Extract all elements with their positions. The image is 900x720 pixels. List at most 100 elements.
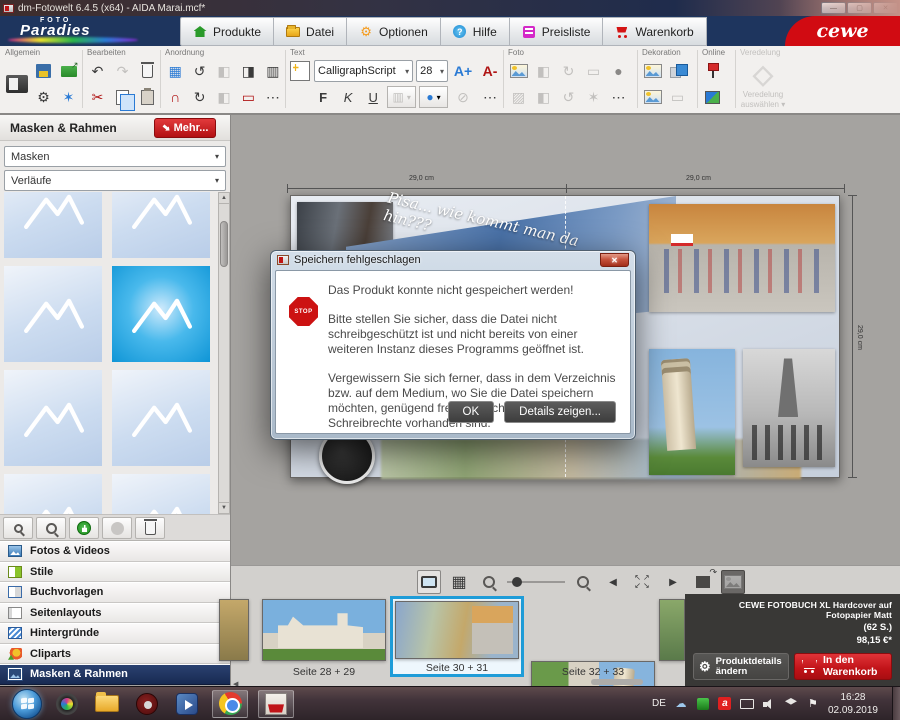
photo-grey-button[interactable]: ●: [606, 58, 631, 84]
mask-scrollbar[interactable]: ▲ ▼: [218, 192, 230, 514]
mask-thumbnail[interactable]: [4, 192, 102, 258]
show-desktop-button[interactable]: [892, 687, 900, 720]
rotate-book-button[interactable]: [691, 570, 715, 594]
previous-page-button[interactable]: ◀: [601, 570, 625, 594]
mask-thumbnail-selected[interactable]: [112, 266, 210, 362]
anordnung-more-button[interactable]: ⋯: [261, 84, 285, 110]
mask-thumbnail[interactable]: [4, 266, 102, 362]
masken-dropdown[interactable]: Masken ▾: [4, 146, 226, 167]
align-2-button[interactable]: ▥: [261, 58, 285, 84]
deco-background-button[interactable]: [640, 84, 665, 110]
cloud-icon[interactable]: ☁: [674, 697, 688, 710]
menu-hilfe[interactable]: ? Hilfe: [441, 17, 510, 46]
zoom-out-thumbs-button[interactable]: [3, 517, 33, 539]
online-chart-button[interactable]: [700, 84, 725, 110]
zoom-out-button[interactable]: [477, 570, 501, 594]
mask-thumbnail[interactable]: [112, 474, 210, 514]
delete-mask-button[interactable]: [135, 517, 165, 539]
sidebar-item-stile[interactable]: Stile: [0, 562, 230, 583]
copy-button[interactable]: [110, 84, 135, 110]
deco-frame-button[interactable]: ▭: [665, 84, 690, 110]
sidebar-item-fotos-videos[interactable]: Fotos & Videos: [0, 541, 230, 562]
mask-thumbnail[interactable]: [112, 192, 210, 258]
photo-bw-statue[interactable]: [743, 349, 835, 467]
zoom-in-button[interactable]: [571, 570, 595, 594]
next-page-button[interactable]: ▶: [661, 570, 685, 594]
antivirus-icon[interactable]: a: [718, 697, 732, 710]
photo-motion-button[interactable]: ✶: [581, 84, 606, 110]
sidebar-item-hintergruende[interactable]: Hintergründe: [0, 623, 230, 644]
taskbar-media-player[interactable]: [172, 690, 202, 718]
scroll-up-icon[interactable]: ▲: [219, 193, 229, 204]
undo-button[interactable]: ↶: [85, 58, 110, 84]
photo-leaning-tower[interactable]: [649, 349, 735, 475]
rotate-left-button[interactable]: ↺: [187, 58, 211, 84]
font-family-select[interactable]: CalligraphScript ▾: [314, 60, 413, 82]
raster-button[interactable]: ▦: [163, 58, 187, 84]
details-button[interactable]: Details zeigen...: [504, 401, 616, 423]
deco-mask-button[interactable]: [640, 58, 665, 84]
action-center-flag-icon[interactable]: ⚑: [806, 697, 820, 710]
menu-optionen[interactable]: ⚙ Optionen: [347, 17, 441, 46]
compare-view-button[interactable]: [721, 570, 745, 594]
taskbar-chrome[interactable]: [212, 690, 248, 718]
scroll-down-icon[interactable]: ▼: [219, 502, 229, 513]
text-more-button[interactable]: ⋯: [478, 84, 502, 110]
speaker-icon[interactable]: [762, 699, 776, 709]
no-style-button[interactable]: ⊘: [451, 84, 475, 110]
ok-button[interactable]: OK: [448, 401, 495, 423]
dialog-title-bar[interactable]: Speichern fehlgeschlagen ✕: [271, 251, 635, 269]
mask-thumbnail[interactable]: [112, 370, 210, 466]
paste-button[interactable]: [135, 84, 160, 110]
redo-button[interactable]: ↷: [110, 58, 135, 84]
font-increase-button[interactable]: A+: [451, 58, 475, 84]
photo-frame-button[interactable]: ▭: [581, 58, 606, 84]
mask-thumbnail[interactable]: [4, 370, 102, 466]
sidebar-item-cliparts[interactable]: Cliparts: [0, 644, 230, 665]
green-tray-icon[interactable]: [696, 698, 710, 710]
align-button[interactable]: ◨: [236, 58, 260, 84]
zoom-slider[interactable]: [507, 570, 565, 594]
save-button[interactable]: [31, 58, 56, 84]
snap-button[interactable]: ∩: [163, 84, 187, 110]
veredelung-button[interactable]: ◇ Veredelung auswählen ▾: [738, 58, 788, 110]
mehr-button[interactable]: Mehr...: [154, 118, 216, 138]
page-thumb-28-29[interactable]: [262, 599, 386, 661]
taskbar-explorer[interactable]: [92, 690, 122, 718]
thumb-scrollbar[interactable]: [591, 679, 643, 685]
language-indicator[interactable]: DE: [652, 698, 666, 709]
disabled-filter-button[interactable]: [102, 517, 132, 539]
sidebar-item-buchvorlagen[interactable]: Buchvorlagen: [0, 582, 230, 603]
dialog-close-button[interactable]: ✕: [600, 253, 629, 267]
start-button[interactable]: [12, 689, 42, 719]
delete-button[interactable]: [135, 58, 160, 84]
approve-button[interactable]: [69, 517, 99, 539]
taskbar-burning-app[interactable]: [132, 690, 162, 718]
page-thumb-30-31-selected[interactable]: Seite 30 + 31: [390, 596, 524, 677]
photo-edit-button[interactable]: ▨: [506, 84, 531, 110]
text-color-select[interactable]: ●▾: [419, 86, 448, 108]
taskbar-photo-app[interactable]: [52, 690, 82, 718]
menu-warenkorb[interactable]: Warenkorb: [603, 17, 706, 46]
photo-strip-bottom[interactable]: [381, 439, 801, 479]
bold-button[interactable]: F: [312, 84, 334, 110]
menu-preisliste[interactable]: Preisliste: [510, 17, 604, 46]
cut-button[interactable]: ✂: [85, 84, 110, 110]
sidebar-item-masken-rahmen[interactable]: Masken & Rahmen: [0, 664, 230, 685]
photo-rotate2-button[interactable]: ↺: [556, 84, 581, 110]
page-thumb-partial-left[interactable]: [219, 599, 249, 661]
taskbar-clock[interactable]: 16:28 02.09.2019: [828, 691, 878, 717]
taskbar-fotowelt[interactable]: [258, 690, 294, 718]
ungroup-button[interactable]: ◧: [212, 84, 236, 110]
italic-button[interactable]: K: [337, 84, 359, 110]
insert-text-button[interactable]: [288, 58, 311, 84]
verlaeufe-dropdown[interactable]: Verläufe ▾: [4, 170, 226, 191]
font-decrease-button[interactable]: A-: [478, 58, 502, 84]
page-thumb-partial-right[interactable]: [659, 599, 685, 661]
title-bar[interactable]: dm-Fotowelt 6.4.5 (x64) - AIDA Marai.mcf…: [0, 0, 900, 16]
photo-rotate-button[interactable]: ↻: [556, 58, 581, 84]
slider-knob[interactable]: [512, 577, 522, 587]
foto-more-button[interactable]: ⋯: [606, 84, 631, 110]
rotate-right-button[interactable]: ↻: [187, 84, 211, 110]
assistant-button[interactable]: ✶: [56, 84, 81, 110]
